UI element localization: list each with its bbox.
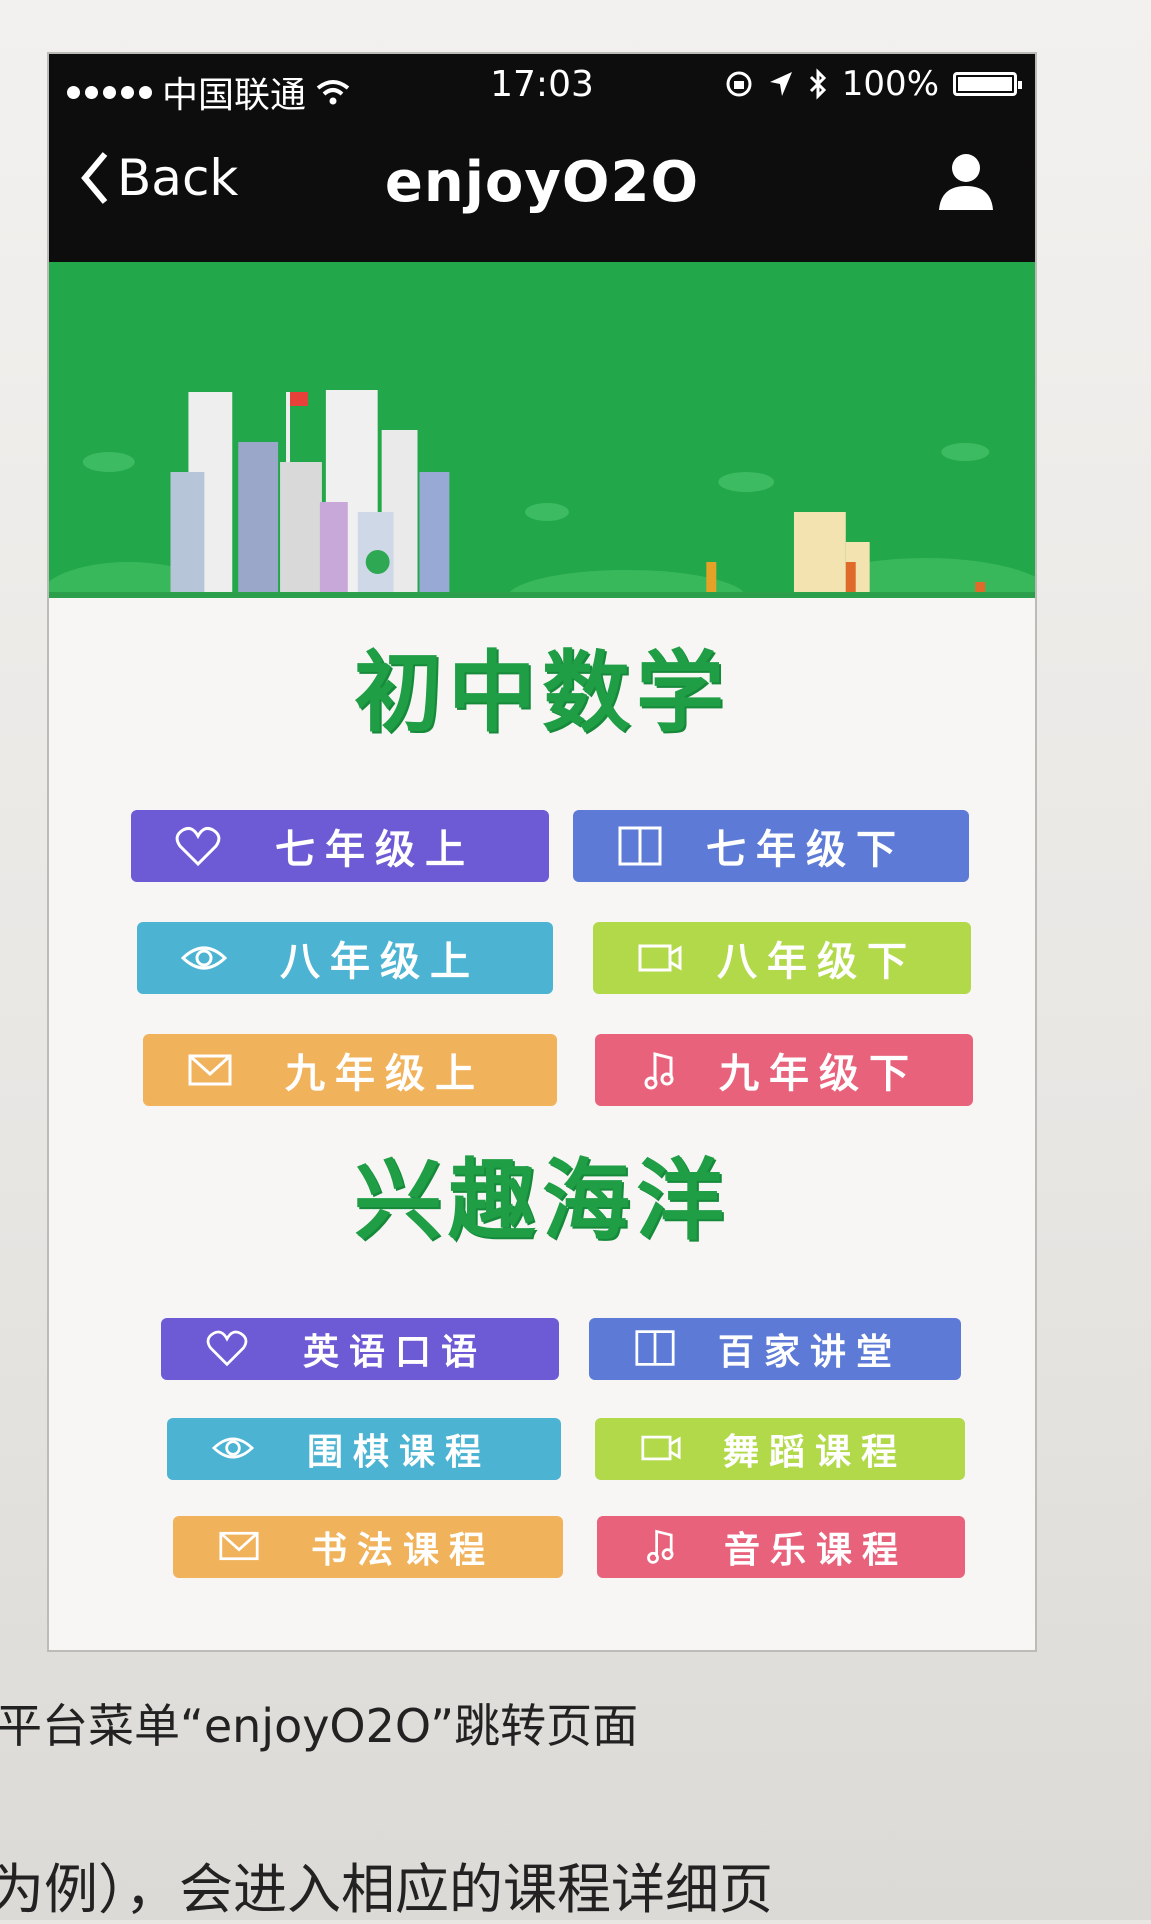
course-label: 音乐课程 bbox=[723, 1530, 908, 1571]
course-label: 九年级下 bbox=[719, 1051, 919, 1097]
course-button-oral-english[interactable]: 英语口语 bbox=[161, 1318, 559, 1380]
document-caption-line2: 为例），会进入相应的课程详细页 bbox=[0, 1858, 773, 1921]
location-arrow-icon bbox=[769, 72, 792, 96]
section-title-interests: 兴趣海洋 bbox=[353, 1149, 730, 1252]
course-label: 舞蹈课程 bbox=[722, 1432, 907, 1473]
course-label: 八年级上 bbox=[280, 939, 480, 985]
course-label: 书法课程 bbox=[310, 1530, 495, 1571]
course-label: 八年级下 bbox=[717, 939, 917, 985]
page-title: enjoyO2O bbox=[384, 150, 700, 215]
course-label: 英语口语 bbox=[302, 1332, 487, 1373]
course-button-grade9-first[interactable]: 九年级上 bbox=[143, 1034, 557, 1106]
bluetooth-icon bbox=[809, 68, 826, 100]
course-label: 百家讲堂 bbox=[717, 1332, 902, 1373]
course-button-grade8-first[interactable]: 八年级上 bbox=[137, 922, 553, 994]
course-button-calligraphy[interactable]: 书法课程 bbox=[173, 1516, 563, 1578]
city-skyline-illustration bbox=[49, 262, 1035, 598]
course-button-lectures[interactable]: 百家讲堂 bbox=[589, 1318, 961, 1380]
course-button-dance[interactable]: 舞蹈课程 bbox=[595, 1418, 965, 1480]
section-title-math: 初中数学 bbox=[353, 641, 730, 744]
navigation-bar: Back enjoyO2O bbox=[49, 116, 1035, 262]
status-bar: 中国联通 17:03 100% bbox=[49, 54, 1035, 116]
rotation-lock-icon bbox=[726, 71, 752, 97]
phone-screenshot: 中国联通 17:03 100% Back enjoyO2O 初中数学 七年级上 … bbox=[47, 52, 1037, 1652]
course-menu: 初中数学 七年级上 七年级下 八年级上 八年级下 九年级上 九年级下 兴趣海洋 bbox=[49, 598, 1035, 1650]
course-label: 七年级下 bbox=[706, 827, 906, 873]
course-button-grade7-second[interactable]: 七年级下 bbox=[573, 810, 969, 882]
battery-icon bbox=[953, 72, 1022, 96]
course-label: 围棋课程 bbox=[306, 1432, 491, 1473]
course-label: 七年级上 bbox=[275, 827, 475, 873]
status-right: 100% bbox=[724, 64, 1022, 104]
user-icon[interactable] bbox=[935, 150, 997, 212]
course-button-grade8-second[interactable]: 八年级下 bbox=[593, 922, 971, 994]
course-button-go[interactable]: 围棋课程 bbox=[167, 1418, 561, 1480]
course-label: 九年级上 bbox=[285, 1051, 485, 1097]
course-button-music[interactable]: 音乐课程 bbox=[597, 1516, 965, 1578]
course-button-grade7-first[interactable]: 七年级上 bbox=[131, 810, 549, 882]
course-button-grade9-second[interactable]: 九年级下 bbox=[595, 1034, 973, 1106]
document-caption-line1: 平台菜单“enjoyO2O”跳转页面 bbox=[0, 1699, 639, 1753]
battery-percent: 100% bbox=[841, 64, 939, 104]
city-banner bbox=[49, 262, 1035, 598]
